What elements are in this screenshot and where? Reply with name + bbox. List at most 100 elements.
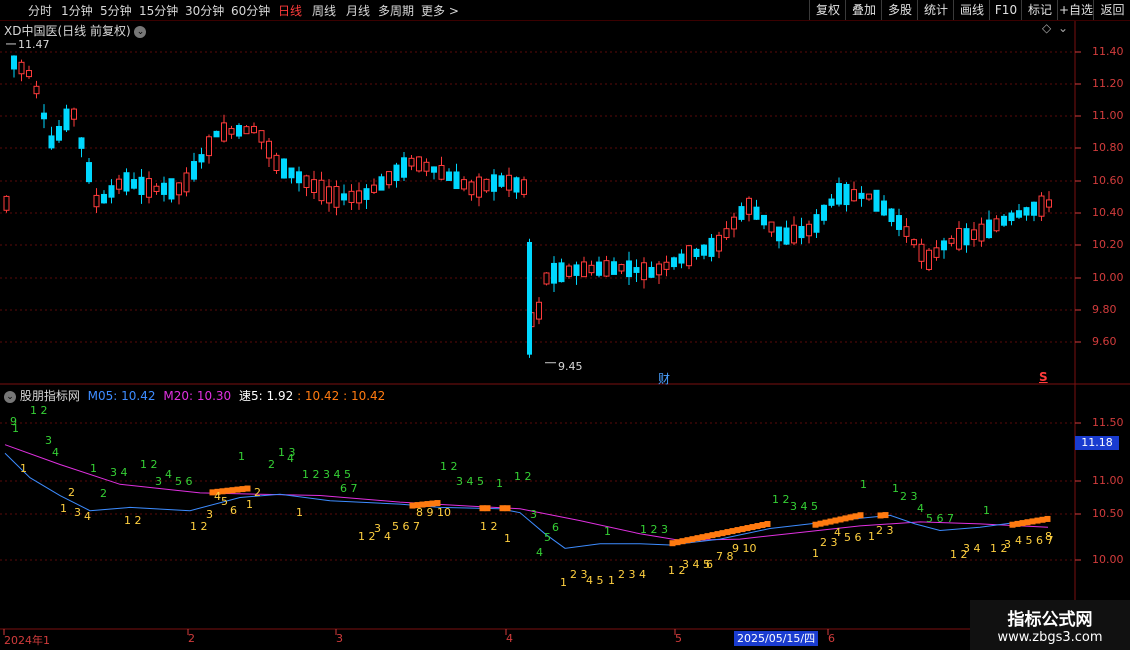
candle [236,124,242,137]
candle [341,193,347,201]
candle [558,262,565,283]
period-tab-3[interactable]: 15分钟 [139,2,178,19]
candle [971,229,977,240]
main-y-tick: 11.40 [1092,45,1124,58]
sequence-count: 1 [560,576,567,589]
diamond-icon[interactable]: ◇ [1042,21,1051,35]
sequence-count: 1 [983,504,990,517]
period-tab-10[interactable]: 更多 > [421,2,459,19]
candle [1023,207,1030,216]
candle [993,218,1000,232]
period-tab-2[interactable]: 5分钟 [100,2,132,19]
sequence-count: 2 [254,486,261,499]
sequence-count: 1 2 [124,514,142,527]
candle [648,267,655,278]
m20-value: M20: 10.30 [163,389,232,403]
period-tab-4[interactable]: 30分钟 [185,2,224,19]
candle [221,122,227,142]
chart-area[interactable]: 91 21341 3 41 2345 62121 341 2 3 4 56 71 … [0,21,1130,650]
period-tab-6[interactable]: 日线 [278,2,302,19]
period-tab-7[interactable]: 周线 [312,2,336,19]
dropdown-icon[interactable]: ⌄ [4,390,16,403]
candle [371,184,377,193]
toolbar-button-6[interactable]: 标记 [1021,0,1058,20]
main-y-tick: 11.20 [1092,77,1124,90]
period-tab-1[interactable]: 1分钟 [61,2,93,19]
toolbar-button-4[interactable]: 画线 [953,0,990,20]
candle [123,172,130,192]
sequence-count: 5 6 7 [392,520,420,533]
candle [393,164,400,182]
toolbar-button-8[interactable]: 返回 [1093,0,1130,20]
candle [461,179,467,190]
period-tab-8[interactable]: 月线 [346,2,370,19]
sequence-count: 4 [536,546,543,559]
candle [813,214,820,233]
sequence-count: 2 [68,486,75,499]
indicator-y-tick: 10.00 [1092,553,1124,566]
sequence-count: 4 [84,510,91,523]
sequence-count: 5 [544,531,551,544]
candle [761,214,767,226]
period-tab-0[interactable]: 分时 [28,2,52,19]
toolbar-button-0[interactable]: 复权 [809,0,846,20]
candle [873,189,880,212]
candle [318,179,325,202]
candle [183,172,190,193]
sequence-count: 1 2 3 [640,523,668,536]
candle [663,261,670,270]
sell-marker[interactable]: S [1039,370,1048,384]
candle [918,243,925,262]
toolbar-button-1[interactable]: 叠加 [845,0,882,20]
candle [476,176,482,198]
candle [753,206,760,220]
toolbar-button-2[interactable]: 多股 [881,0,918,20]
sequence-count: 1 [812,547,819,560]
toolbar-button-5[interactable]: F10 [989,0,1022,20]
period-tab-9[interactable]: 多周期 [378,2,414,19]
sequence-count: 1 2 [190,520,208,533]
candle [56,126,62,141]
candle [1001,215,1007,226]
toolbar-button-3[interactable]: 统计 [917,0,954,20]
sequence-count: 1 [892,482,899,495]
candle [33,85,40,95]
candle [581,261,587,278]
candle [401,157,407,178]
dropdown-icon[interactable]: ⌄ [134,25,147,38]
candle [978,223,985,242]
cursor-date: 2025/05/15/四 [734,631,819,646]
sequence-count: 5 6 [844,531,862,544]
candle [431,166,437,173]
candle [678,253,685,264]
sequence-count: 2 [268,458,275,471]
candle [821,204,827,221]
sequence-count: 4 [287,452,294,465]
indicator-panel-title: ⌄ 股朋指标网 M05: 10.42 M20: 10.30 速5: 1.92 :… [4,387,385,404]
candle [626,260,632,278]
toolbar-button-7[interactable]: +自选 [1057,0,1094,20]
candle [836,183,842,205]
candle [78,137,85,149]
finance-marker[interactable]: 财 [658,370,670,387]
candle [573,264,580,276]
chevron-down-icon[interactable]: ⌄ [1058,21,1068,35]
sequence-count: 1 2 [514,470,532,483]
sequence-count: 5 6 7 [926,512,954,525]
candle [603,260,610,277]
candle [198,154,205,163]
date-tick: 2 [188,632,195,645]
sequence-count: 3 [530,508,537,521]
period-tab-5[interactable]: 60分钟 [231,2,270,19]
sequence-count: 1 2 [480,520,498,533]
sequence-count: 1 [860,478,867,491]
sequence-count: 7 8 [716,550,734,563]
sequence-count: 6 [706,558,713,571]
candle [213,130,220,138]
candle [416,156,422,172]
sequence-count: 2 3 [900,490,918,503]
date-tick: 6 [828,632,835,645]
candle [63,108,70,131]
candle [468,181,475,196]
sequence-count: 8 9 10 [416,506,451,519]
